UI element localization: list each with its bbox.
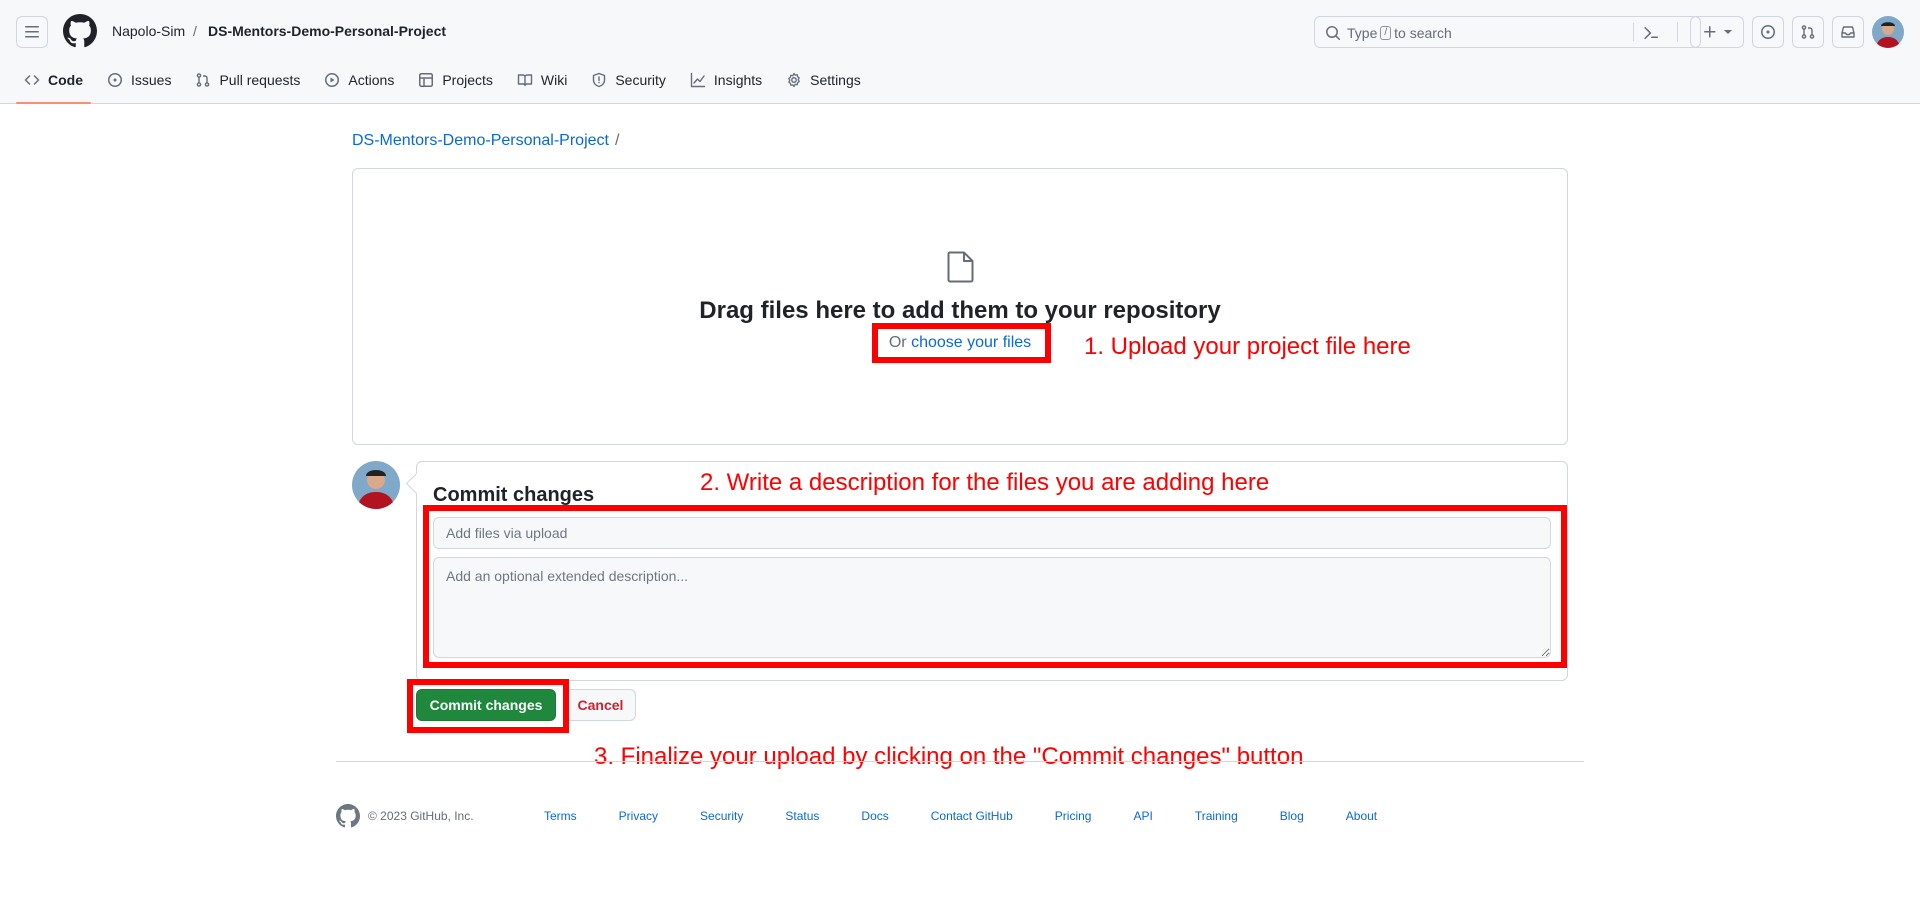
footer-copyright: © 2023 GitHub, Inc. xyxy=(368,809,474,823)
tab-code[interactable]: Code xyxy=(16,64,91,104)
footer-link-pricing[interactable]: Pricing xyxy=(1055,809,1092,823)
issues-button[interactable] xyxy=(1752,16,1784,48)
header-divider xyxy=(1677,22,1678,42)
header-repo-link[interactable]: DS-Mentors-Demo-Personal-Project xyxy=(208,23,446,39)
footer-link-docs[interactable]: Docs xyxy=(861,809,888,823)
tab-insights[interactable]: Insights xyxy=(682,64,770,96)
tab-wiki-label: Wiki xyxy=(540,72,568,88)
cancel-button[interactable]: Cancel xyxy=(565,689,636,721)
tab-insights-label: Insights xyxy=(713,72,763,88)
create-new-button[interactable] xyxy=(1690,16,1744,48)
tab-issues[interactable]: Issues xyxy=(99,64,179,96)
footer-link-status[interactable]: Status xyxy=(785,809,819,823)
header-separator: / xyxy=(193,23,197,39)
annotation-step3: 3. Finalize your upload by clicking on t… xyxy=(594,743,1304,770)
footer-divider xyxy=(336,761,1584,762)
git-pull-request-icon xyxy=(1800,24,1816,40)
file-dropzone[interactable]: Drag files here to add them to your repo… xyxy=(352,168,1568,445)
tab-actions[interactable]: Actions xyxy=(316,64,402,96)
github-mark-icon[interactable] xyxy=(336,804,360,828)
tab-pull-requests[interactable]: Pull requests xyxy=(187,64,308,96)
footer-link-api[interactable]: API xyxy=(1133,809,1152,823)
footer-link-security[interactable]: Security xyxy=(700,809,743,823)
header-owner-link[interactable]: Napolo-Sim xyxy=(112,23,185,39)
highlight-choose-files xyxy=(872,323,1051,363)
annotation-step2: 2. Write a description for the files you… xyxy=(700,469,1270,496)
footer-link-about[interactable]: About xyxy=(1346,809,1377,823)
issue-opened-icon xyxy=(1760,24,1776,40)
footer-link-terms[interactable]: Terms xyxy=(544,809,577,823)
breadcrumb: DS-Mentors-Demo-Personal-Project / xyxy=(352,132,619,150)
search-input[interactable]: Type / to search xyxy=(1314,16,1701,48)
tab-security-label: Security xyxy=(615,72,666,88)
search-placeholder: Type / to search xyxy=(1347,25,1452,41)
highlight-commit-button xyxy=(407,679,569,733)
tab-wiki[interactable]: Wiki xyxy=(509,64,575,96)
footer-links: Terms Privacy Security Status Docs Conta… xyxy=(544,809,1419,823)
tab-projects-label: Projects xyxy=(442,72,493,88)
menu-icon xyxy=(24,24,40,40)
play-icon xyxy=(324,72,340,88)
tab-security[interactable]: Security xyxy=(583,64,674,96)
shield-icon xyxy=(591,72,607,88)
dropzone-title: Drag files here to add them to your repo… xyxy=(699,297,1221,324)
tab-code-label: Code xyxy=(48,72,83,88)
breadcrumb-separator: / xyxy=(614,132,620,149)
search-divider xyxy=(1633,23,1634,41)
gear-icon xyxy=(786,72,802,88)
book-icon xyxy=(517,72,533,88)
tab-settings-label: Settings xyxy=(810,72,861,88)
commit-title: Commit changes xyxy=(433,484,595,506)
search-prefix: Type xyxy=(1347,25,1378,41)
search-icon xyxy=(1325,25,1341,41)
user-avatar[interactable] xyxy=(1872,16,1904,48)
footer-link-blog[interactable]: Blog xyxy=(1280,809,1304,823)
app-header: Napolo-Sim / DS-Mentors-Demo-Personal-Pr… xyxy=(0,0,1920,104)
pull-requests-button[interactable] xyxy=(1792,16,1824,48)
table-icon xyxy=(418,72,434,88)
breadcrumb-repo-link[interactable]: DS-Mentors-Demo-Personal-Project xyxy=(352,132,609,150)
tab-issues-label: Issues xyxy=(131,72,172,88)
triangle-down-icon xyxy=(1724,28,1732,36)
footer-link-training[interactable]: Training xyxy=(1195,809,1238,823)
file-icon xyxy=(947,251,975,283)
graph-icon xyxy=(690,72,706,88)
tab-actions-label: Actions xyxy=(348,72,395,88)
hamburger-menu-button[interactable] xyxy=(16,16,48,48)
tab-settings[interactable]: Settings xyxy=(778,64,869,96)
footer-link-contact[interactable]: Contact GitHub xyxy=(931,809,1013,823)
inbox-icon xyxy=(1840,24,1856,40)
footer-link-privacy[interactable]: Privacy xyxy=(619,809,658,823)
command-palette-icon[interactable] xyxy=(1643,25,1659,41)
tab-pull-requests-label: Pull requests xyxy=(219,72,301,88)
tab-projects[interactable]: Projects xyxy=(410,64,501,96)
search-shortcut-key: / xyxy=(1380,26,1392,40)
highlight-commit-inputs xyxy=(423,505,1567,668)
annotation-step1: 1. Upload your project file here xyxy=(1084,333,1411,360)
github-logo-icon[interactable] xyxy=(63,14,97,48)
issue-opened-icon xyxy=(107,72,123,88)
git-pull-request-icon xyxy=(195,72,211,88)
search-suffix: to search xyxy=(1394,25,1452,41)
plus-icon xyxy=(1702,24,1718,40)
committer-avatar xyxy=(352,461,400,509)
repo-nav-tabs: Code Issues Pull requests Actions Projec… xyxy=(16,64,877,104)
inbox-button[interactable] xyxy=(1832,16,1864,48)
code-icon xyxy=(24,72,40,88)
